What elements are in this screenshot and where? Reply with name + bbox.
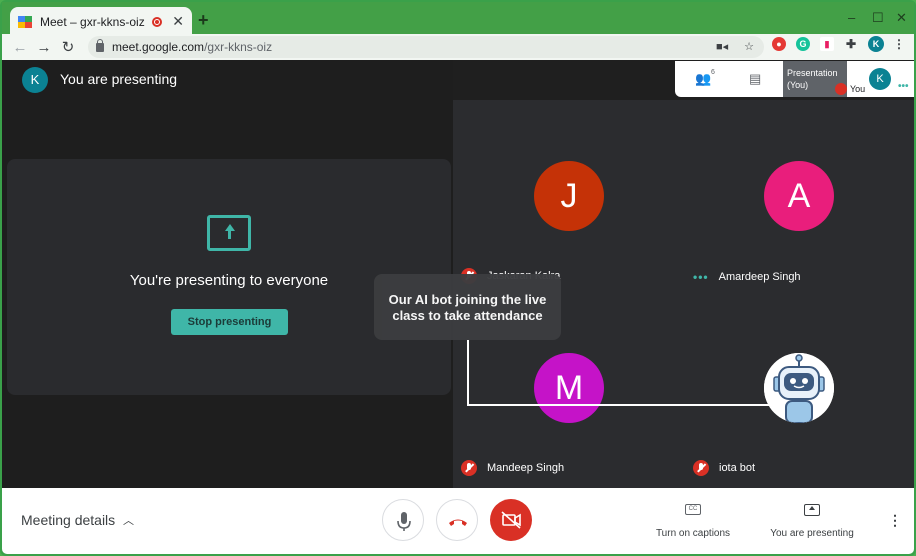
- browser-toolbar: ← → ↻ meet.google.com/gxr-kkns-oiz ■◂ ☆ …: [2, 34, 914, 60]
- url-path: /gxr-kkns-oiz: [204, 40, 273, 54]
- leave-call-button[interactable]: [436, 499, 478, 541]
- camera-toggle-button[interactable]: [490, 499, 532, 541]
- tab-close-icon[interactable]: ✕: [172, 13, 184, 30]
- participant-name: iota bot: [719, 462, 756, 474]
- self-avatar: K: [22, 67, 48, 93]
- participant-name: Mandeep Singh: [487, 462, 565, 474]
- presenting-status: You are presenting: [60, 71, 178, 87]
- camera-in-use-icon[interactable]: ■◂: [716, 40, 728, 53]
- address-bar[interactable]: meet.google.com/gxr-kkns-oiz ■◂ ☆: [88, 36, 764, 58]
- url-host: meet.google.com: [112, 40, 205, 54]
- self-thumb-avatar[interactable]: K: [869, 68, 891, 90]
- close-window-icon[interactable]: ✕: [896, 10, 907, 26]
- participant-label: ••• Amardeep Singh: [693, 270, 801, 284]
- captions-icon[interactable]: CC: [685, 504, 701, 515]
- participant-avatar: J: [534, 161, 604, 231]
- hang-up-icon: [449, 519, 467, 526]
- people-icon[interactable]: 👥: [695, 71, 711, 87]
- chevron-up-icon[interactable]: ︿: [123, 512, 134, 528]
- participant-avatar: M: [534, 353, 604, 423]
- participant-name: Amardeep Singh: [718, 271, 801, 283]
- people-count: 6: [711, 69, 715, 76]
- meeting-controls-bar: Meeting details ︿ CC Turn on captions Yo…: [2, 488, 914, 554]
- meeting-details-button[interactable]: Meeting details: [21, 512, 115, 528]
- camera-off-icon: [501, 511, 521, 529]
- captions-button[interactable]: Turn on captions: [652, 528, 734, 539]
- present-screen-icon[interactable]: [804, 504, 820, 516]
- mic-off-icon: [693, 460, 709, 476]
- participant-avatar: A: [764, 161, 834, 231]
- stop-presenting-button[interactable]: Stop presenting: [171, 309, 288, 335]
- bookmark-star-icon[interactable]: ☆: [744, 40, 754, 53]
- annotation-line-1: Our AI bot joining the live: [388, 292, 547, 307]
- participants-toolbar: 👥 6 ▤ Presentation (You) K You •••: [675, 61, 914, 97]
- annotation-connector: [467, 404, 769, 406]
- extension-bars-icon[interactable]: ▮: [820, 37, 834, 51]
- annotation-callout: Our AI bot joining the live class to tak…: [374, 274, 561, 340]
- more-options-icon[interactable]: ⋮: [888, 512, 902, 529]
- annotation-line-2: class to take attendance: [392, 308, 543, 323]
- present-screen-icon: [207, 215, 251, 251]
- annotation-connector: [467, 340, 469, 406]
- microphone-button[interactable]: [382, 499, 424, 541]
- chat-icon[interactable]: ▤: [749, 71, 761, 87]
- extension-shield-icon[interactable]: ●: [772, 37, 786, 51]
- microphone-icon: [397, 512, 411, 531]
- present-button[interactable]: You are presenting: [766, 528, 858, 539]
- meet-favicon-icon: [18, 15, 32, 28]
- participant-label: iota bot: [693, 460, 755, 476]
- tab-strip: Meet – gxr-kkns-oiz ✕ + – ☐ ✕: [2, 2, 914, 36]
- grammarly-icon[interactable]: G: [796, 37, 810, 51]
- mute-icon: [835, 83, 847, 95]
- speaking-indicator-icon: •••: [898, 81, 909, 92]
- new-tab-button[interactable]: +: [198, 10, 209, 31]
- forward-icon[interactable]: →: [32, 39, 56, 56]
- mic-off-icon: [461, 460, 477, 476]
- minimize-icon[interactable]: –: [848, 10, 855, 25]
- self-thumb-label: You: [850, 84, 866, 94]
- recording-indicator-icon: [152, 16, 163, 27]
- maximize-icon[interactable]: ☐: [872, 10, 884, 26]
- lock-icon: [96, 38, 104, 52]
- tab-meet[interactable]: Meet – gxr-kkns-oiz ✕: [10, 7, 192, 36]
- presentation-thumbnail[interactable]: Presentation (You): [783, 61, 847, 97]
- profile-avatar[interactable]: K: [868, 36, 884, 52]
- extensions-puzzle-icon[interactable]: ✚: [844, 37, 858, 51]
- thumb-title: Presentation: [787, 68, 838, 78]
- speaking-indicator-icon: •••: [693, 270, 709, 284]
- participant-label: Mandeep Singh: [461, 460, 564, 476]
- back-icon[interactable]: ←: [8, 39, 32, 56]
- browser-menu-icon[interactable]: ⋮: [892, 37, 906, 51]
- reload-icon[interactable]: ↻: [56, 38, 80, 56]
- robot-avatar-icon: [764, 353, 834, 423]
- tab-title: Meet – gxr-kkns-oiz: [40, 14, 145, 29]
